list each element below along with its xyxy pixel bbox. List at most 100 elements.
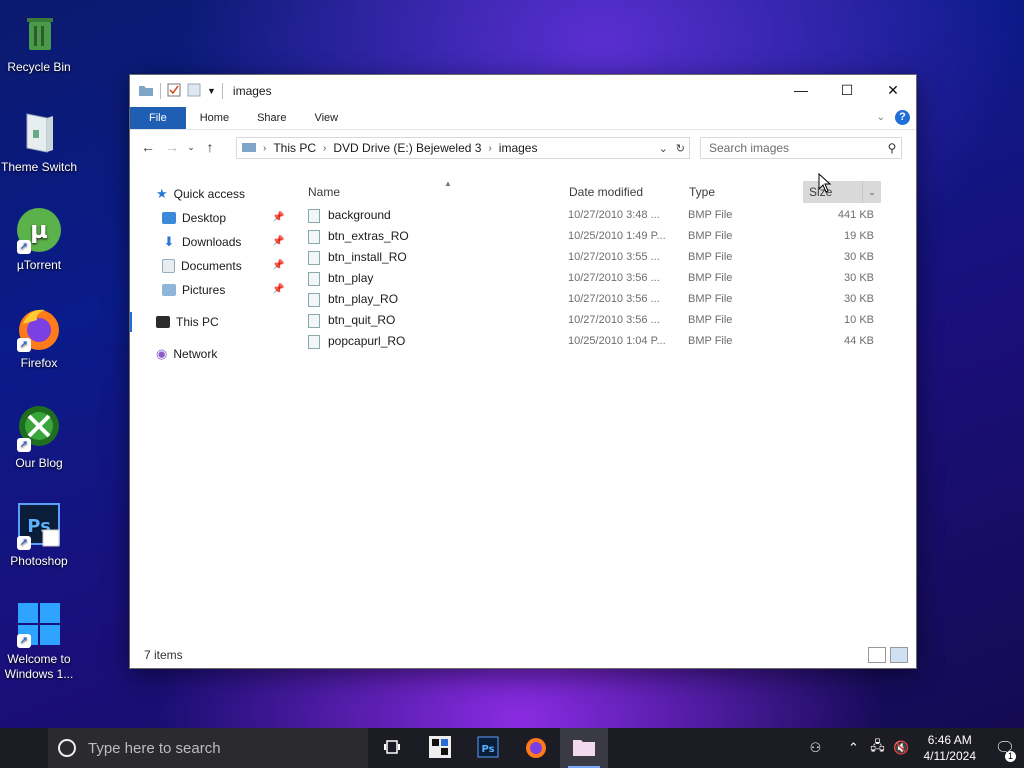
breadcrumb-chevron-icon[interactable]: ›	[321, 143, 328, 154]
table-row[interactable]: background 10/27/2010 3:48 ... BMP File …	[308, 205, 888, 226]
taskbar-search-input[interactable]: Type here to search	[88, 740, 221, 757]
star-icon: ★	[156, 186, 168, 201]
table-row[interactable]: btn_play_RO 10/27/2010 3:56 ... BMP File…	[308, 289, 888, 310]
theme-switch-icon	[15, 108, 63, 156]
search-icon[interactable]: ⚲	[883, 141, 901, 155]
photoshop-icon: Ps ➚	[15, 502, 63, 550]
desktop-icon-recycle-bin[interactable]: Recycle Bin	[0, 8, 78, 75]
chevron-up-icon[interactable]: ⌃	[842, 740, 866, 756]
desktop-icon-label: Photoshop	[10, 554, 68, 568]
help-icon[interactable]: ?	[895, 110, 910, 125]
clock[interactable]: 6:46 AM 4/11/2024	[914, 732, 987, 764]
sidebar-item-quick-access[interactable]: ★ Quick access	[156, 184, 245, 204]
minimize-button[interactable]: —	[778, 75, 824, 105]
windows-logo-icon: ➚	[15, 600, 63, 648]
tab-share[interactable]: Share	[243, 107, 300, 129]
properties-icon[interactable]	[167, 83, 181, 100]
large-icons-view-icon[interactable]	[890, 647, 908, 663]
column-header-type[interactable]: Type	[689, 181, 789, 203]
desktop-icon-our-blog[interactable]: ➚ Our Blog	[0, 404, 78, 471]
bmp-file-icon	[308, 335, 320, 349]
tab-home[interactable]: Home	[186, 107, 243, 129]
svg-text:µ: µ	[30, 216, 48, 244]
selection-indicator	[130, 312, 132, 332]
sidebar-item-label: Pictures	[182, 283, 226, 297]
file-date: 10/27/2010 3:56 ...	[568, 293, 660, 305]
bmp-file-icon	[308, 230, 320, 244]
start-button[interactable]	[0, 728, 48, 768]
table-row[interactable]: btn_play 10/27/2010 3:56 ... BMP File 30…	[308, 268, 888, 289]
close-button[interactable]: ✕	[870, 75, 916, 105]
pin-icon[interactable]: 📌	[272, 260, 284, 271]
sort-ascending-icon: ▲	[444, 179, 452, 188]
desktop-icon-theme-switch[interactable]: Theme Switch	[0, 108, 78, 175]
sidebar-item-documents[interactable]: Documents	[162, 256, 242, 276]
file-name: btn_install_RO	[328, 250, 407, 264]
breadcrumb-chevron-icon[interactable]: ›	[486, 143, 493, 154]
taskbar-app-firefox[interactable]	[512, 728, 560, 768]
network-icon[interactable]: 🖧	[866, 737, 890, 759]
desktop-icon-utorrent[interactable]: µ ➚ µTorrent	[0, 206, 78, 273]
taskbar-app-file-explorer[interactable]	[560, 728, 608, 768]
clock-time: 6:46 AM	[927, 733, 972, 747]
desktop-icon-label: µTorrent	[16, 258, 62, 272]
recent-locations-button[interactable]: ⌄	[184, 142, 198, 153]
table-row[interactable]: popcapurl_RO 10/25/2010 1:04 P... BMP Fi…	[308, 331, 888, 352]
chevron-down-icon[interactable]: ▼	[207, 86, 216, 96]
forward-button[interactable]: →	[160, 139, 184, 155]
desktop-icon-photoshop[interactable]: Ps ➚ Photoshop	[0, 502, 78, 569]
breadcrumb-this-pc[interactable]: This PC	[268, 141, 321, 155]
column-header-size[interactable]: Size ⌄	[803, 181, 881, 203]
up-button[interactable]: ↑	[198, 139, 222, 155]
pin-icon[interactable]: 📌	[272, 284, 284, 295]
breadcrumb-dvd-drive[interactable]: DVD Drive (E:) Bejeweled 3	[328, 141, 486, 155]
sidebar-item-network[interactable]: ◉ Network	[156, 344, 217, 364]
column-header-date[interactable]: Date modified	[569, 181, 679, 203]
title-bar[interactable]: ▼ images — ☐ ✕	[130, 75, 916, 107]
address-dropdown-icon[interactable]: ⌄	[659, 142, 668, 155]
expand-ribbon-icon[interactable]: ⌄	[877, 112, 885, 123]
table-row[interactable]: btn_extras_RO 10/25/2010 1:49 P... BMP F…	[308, 226, 888, 247]
pin-icon[interactable]: 📌	[272, 212, 284, 223]
desktop-icon-label: Firefox	[20, 356, 58, 370]
sidebar-item-label: This PC	[176, 315, 219, 329]
chevron-down-icon[interactable]: ⌄	[862, 181, 881, 203]
task-view-button[interactable]	[368, 728, 416, 768]
new-folder-icon[interactable]	[187, 83, 201, 100]
back-button[interactable]: ←	[136, 139, 160, 155]
maximize-button[interactable]: ☐	[824, 75, 870, 105]
file-size: 30 KB	[844, 251, 874, 263]
notification-center-button[interactable]: 🗨 1	[986, 738, 1024, 762]
desktop-icon-firefox[interactable]: ➚ Firefox	[0, 304, 78, 371]
sidebar-item-downloads[interactable]: ⬇ Downloads	[162, 232, 242, 252]
breadcrumb-chevron-icon[interactable]: ›	[261, 143, 268, 154]
item-count: 7 items	[144, 648, 183, 662]
bmp-file-icon	[308, 251, 320, 265]
taskbar-app-bejeweled[interactable]	[416, 728, 464, 768]
file-size: 10 KB	[844, 314, 874, 326]
system-tray: ⚇ ⌃ 🖧 🔇 6:46 AM 4/11/2024 🗨 1	[804, 728, 1024, 768]
taskbar-search[interactable]: Type here to search	[48, 728, 368, 768]
people-icon[interactable]: ⚇	[804, 740, 828, 756]
details-view-icon[interactable]	[868, 647, 886, 663]
taskbar-app-photoshop[interactable]: Ps	[464, 728, 512, 768]
column-header-name[interactable]: ▲ Name	[308, 179, 558, 203]
search-input[interactable]: Search images	[701, 141, 883, 155]
sidebar-item-pictures[interactable]: Pictures	[162, 280, 225, 300]
computer-icon	[156, 316, 170, 328]
refresh-icon[interactable]: ↻	[676, 142, 685, 155]
table-row[interactable]: btn_quit_RO 10/27/2010 3:56 ... BMP File…	[308, 310, 888, 331]
sidebar-item-this-pc[interactable]: This PC	[156, 312, 219, 332]
file-date: 10/27/2010 3:55 ...	[568, 251, 660, 263]
pin-icon[interactable]: 📌	[272, 236, 284, 247]
file-type: BMP File	[688, 314, 733, 326]
table-row[interactable]: btn_install_RO 10/27/2010 3:55 ... BMP F…	[308, 247, 888, 268]
desktop-icon-welcome-windows[interactable]: ➚ Welcome to Windows 1...	[0, 600, 78, 682]
sidebar-item-desktop[interactable]: Desktop	[162, 208, 226, 228]
address-bar[interactable]: › This PC › DVD Drive (E:) Bejeweled 3 ›…	[236, 137, 690, 159]
volume-muted-icon[interactable]: 🔇	[890, 740, 914, 756]
tab-view[interactable]: View	[300, 107, 352, 129]
tab-file[interactable]: File	[130, 107, 186, 129]
breadcrumb-images[interactable]: images	[494, 141, 543, 155]
search-box[interactable]: Search images ⚲	[700, 137, 902, 159]
